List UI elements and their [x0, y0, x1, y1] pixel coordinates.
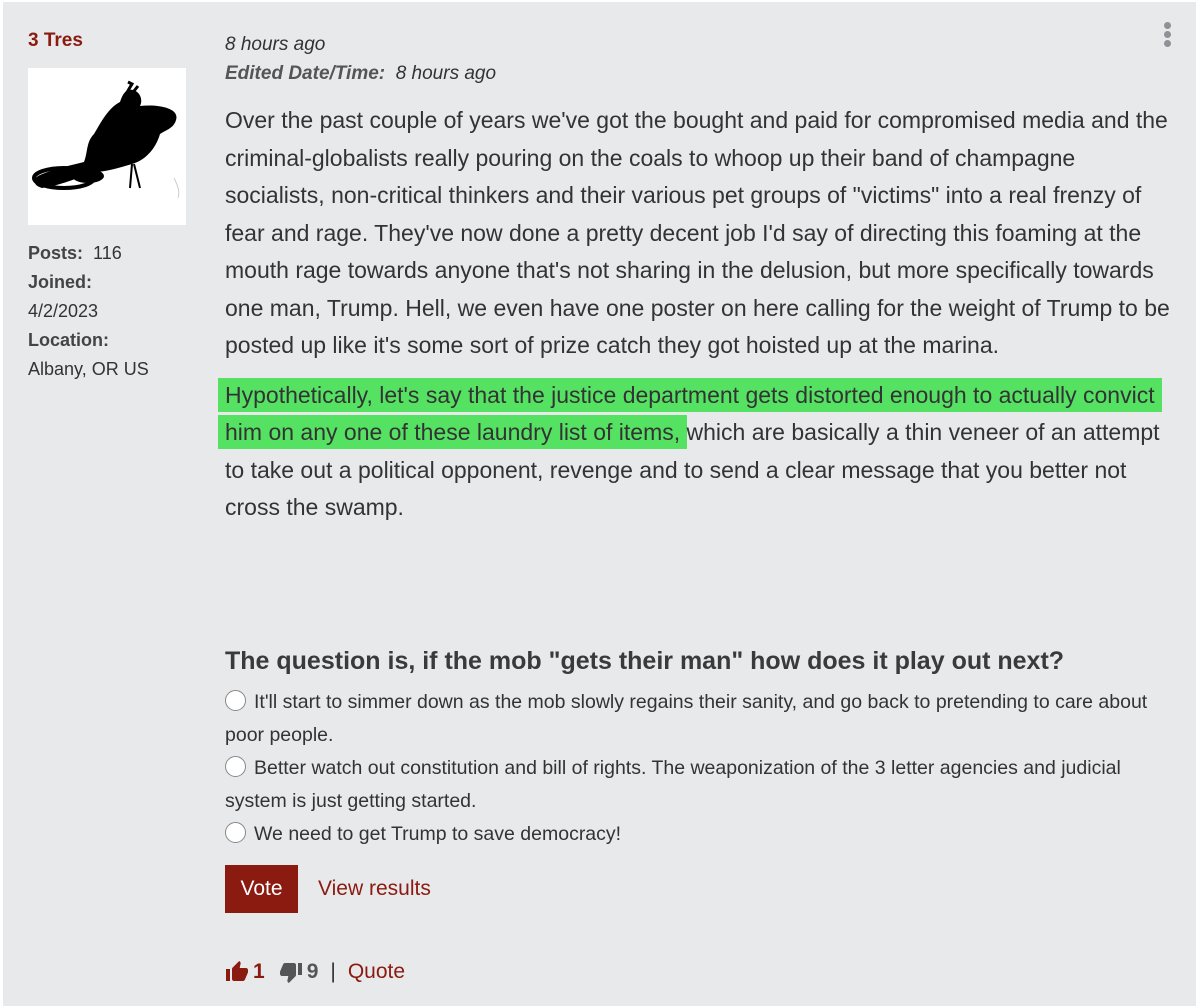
- posts-label: Posts:: [28, 243, 84, 263]
- post-content: 8 hours ago Edited Date/Time: 8 hours ag…: [225, 30, 1175, 539]
- author-stats: Posts: 116 Joined: 4/2/2023 Location: Al…: [28, 239, 198, 384]
- edited-value: 8 hours ago: [395, 63, 497, 84]
- poll-actions: Vote View results: [225, 865, 1175, 913]
- joined-label: Joined:: [28, 272, 93, 292]
- poll: The question is, if the mob "gets their …: [225, 647, 1175, 913]
- radio-button[interactable]: [225, 756, 246, 777]
- view-results-link[interactable]: View results: [318, 877, 431, 901]
- vote-button[interactable]: Vote: [225, 865, 298, 913]
- radio-button[interactable]: [225, 822, 246, 843]
- poll-question: The question is, if the mob "gets their …: [225, 647, 1065, 675]
- poll-option[interactable]: We need to get Trump to save democracy!: [225, 818, 1175, 851]
- post-paragraph-2: Hypothetically, let's say that the justi…: [225, 377, 1175, 527]
- upvote-button[interactable]: 1: [225, 960, 265, 984]
- poll-option[interactable]: It'll start to simmer down as the mob sl…: [225, 686, 1175, 752]
- quote-link[interactable]: Quote: [348, 960, 405, 984]
- author-panel: 3 Tres Posts: 116 Joined: 4/2/2023 Locat…: [28, 30, 198, 384]
- joined-value: 4/2/2023: [28, 301, 99, 321]
- avatar[interactable]: [28, 68, 186, 225]
- downvote-count: 9: [306, 960, 319, 983]
- poll-option-label: Better watch out constitution and bill o…: [225, 757, 1121, 812]
- poll-option-label: It'll start to simmer down as the mob sl…: [225, 691, 1148, 746]
- post-paragraph-1: Over the past couple of years we've got …: [225, 107, 1170, 358]
- thumbs-up-icon: [226, 961, 248, 981]
- location-label: Location:: [28, 330, 109, 350]
- edited-label: Edited Date/Time:: [225, 63, 386, 84]
- location-value: Albany, OR US: [28, 359, 149, 379]
- posts-value: 116: [93, 243, 122, 263]
- author-name-link[interactable]: 3 Tres: [28, 30, 83, 51]
- avatar-silhouette-image: [32, 80, 180, 199]
- forum-post: 3 Tres Posts: 116 Joined: 4/2/2023 Locat…: [3, 2, 1196, 1006]
- post-body: Over the past couple of years we've got …: [225, 102, 1175, 527]
- separator: |: [330, 960, 336, 983]
- radio-button[interactable]: [225, 690, 246, 711]
- thumbs-down-icon: [279, 963, 302, 983]
- post-timestamp: 8 hours ago: [225, 34, 326, 55]
- poll-option-label: We need to get Trump to save democracy!: [254, 823, 622, 845]
- poll-option[interactable]: Better watch out constitution and bill o…: [225, 752, 1175, 818]
- upvote-count: 1: [253, 960, 265, 983]
- post-footer: 1 9 | Quote: [225, 960, 405, 984]
- downvote-button[interactable]: 9: [279, 960, 319, 984]
